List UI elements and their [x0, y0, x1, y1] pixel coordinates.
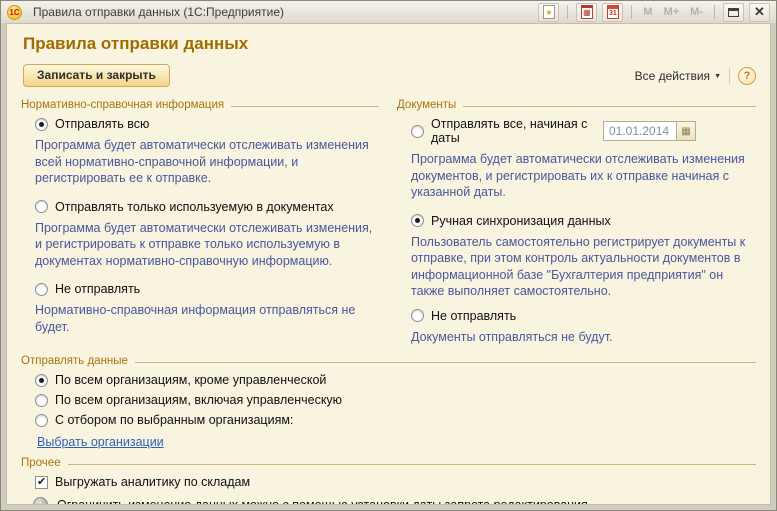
radio-label[interactable]: Ручная синхронизация данных	[431, 214, 611, 228]
vertical-separator	[729, 68, 730, 84]
group-divider	[231, 106, 379, 107]
memory-m-minus-button: М-	[687, 6, 706, 18]
memory-m-plus-button: М+	[661, 6, 683, 18]
window-title: Правила отправки данных (1С:Предприятие)	[33, 5, 284, 19]
radio-all-orgs-including-management[interactable]: По всем организациям, включая управленче…	[35, 393, 758, 407]
start-date-field-group: ▦	[603, 121, 696, 141]
group-header: Документы	[397, 99, 756, 111]
radio-icon[interactable]	[411, 309, 424, 322]
start-date-input[interactable]	[603, 121, 677, 141]
section-reference-info: Нормативно-справочная информация Отправл…	[19, 97, 381, 353]
form-content: Правила отправки данных Записать и закры…	[6, 23, 771, 505]
section-other: Прочее Выгружать аналитику по складам i …	[19, 457, 758, 505]
two-column-area: Нормативно-справочная информация Отправл…	[19, 97, 758, 353]
date-picker-button[interactable]: ▦	[677, 121, 696, 141]
info-text: Ограничить изменение данных можно с помо…	[57, 498, 591, 506]
save-and-close-button[interactable]: Записать и закрыть	[23, 64, 170, 87]
group-divider	[463, 106, 756, 107]
radio-label[interactable]: С отбором по выбранным организациям:	[55, 413, 293, 427]
radio-send-docs-from-date[interactable]: Отправлять все, начиная с даты ▦	[411, 117, 758, 145]
radio-icon[interactable]	[411, 125, 424, 138]
radio-label[interactable]: Не отправлять	[55, 282, 140, 296]
group-header: Прочее	[21, 457, 756, 469]
close-icon: ✕	[754, 4, 765, 20]
page-title: Правила отправки данных	[23, 34, 758, 54]
radio-icon[interactable]	[35, 283, 48, 296]
group-divider	[135, 362, 756, 363]
favorites-button[interactable]: ★	[538, 3, 559, 22]
radio-dont-send-reference[interactable]: Не отправлять	[35, 282, 381, 296]
radio-send-all-reference[interactable]: Отправлять всю	[35, 117, 381, 131]
close-button[interactable]: ✕	[749, 3, 770, 22]
group-title: Нормативно-справочная информация	[21, 99, 224, 111]
calendar-grid-icon: ▦	[681, 126, 690, 137]
radio-manual-sync[interactable]: Ручная синхронизация данных	[411, 214, 758, 228]
calculator-icon: ▦	[581, 5, 593, 19]
radio-label[interactable]: Отправлять только используемую в докумен…	[55, 200, 334, 214]
titlebar-separator	[567, 5, 568, 19]
calendar-button[interactable]: 31	[602, 3, 623, 22]
1c-window: 1С Правила отправки данных (1С:Предприят…	[0, 0, 777, 511]
radio-icon[interactable]	[35, 414, 48, 427]
group-header: Отправлять данные	[21, 355, 756, 367]
info-row: i Ограничить изменение данных можно с по…	[33, 497, 758, 505]
section-documents: Документы Отправлять все, начиная с даты…	[395, 97, 758, 353]
calendar-icon: 31	[607, 5, 619, 19]
titlebar-separator	[631, 5, 632, 19]
group-title: Документы	[397, 99, 456, 111]
radio-all-orgs-except-management[interactable]: По всем организациям, кроме управленческ…	[35, 373, 758, 387]
radio-icon[interactable]	[35, 394, 48, 407]
help-button[interactable]: ?	[738, 67, 756, 85]
radio-label[interactable]: Отправлять все, начиная с даты	[431, 117, 596, 145]
all-actions-button[interactable]: Все действия ▼	[635, 69, 721, 83]
command-bar-right: Все действия ▼ ?	[635, 67, 756, 85]
memory-m-button: М	[640, 6, 655, 18]
group-title: Отправлять данные	[21, 355, 128, 367]
checkbox-export-warehouse-analytics[interactable]: Выгружать аналитику по складам	[35, 475, 758, 489]
radio-label[interactable]: Отправлять всю	[55, 117, 149, 131]
group-divider	[68, 464, 756, 465]
favorites-icon: ★	[543, 5, 555, 19]
maximize-button[interactable]	[723, 3, 744, 22]
titlebar: 1С Правила отправки данных (1С:Предприят…	[1, 1, 776, 23]
all-actions-label: Все действия	[635, 69, 710, 83]
command-bar: Записать и закрыть Все действия ▼ ?	[23, 64, 756, 87]
select-organizations-link[interactable]: Выбрать организации	[37, 435, 164, 449]
titlebar-separator	[714, 5, 715, 19]
checkbox-icon[interactable]	[35, 476, 48, 489]
radio-icon[interactable]	[411, 214, 424, 227]
maximize-icon	[728, 8, 739, 17]
radio-label[interactable]: По всем организациям, кроме управленческ…	[55, 373, 326, 387]
chevron-down-icon: ▼	[714, 71, 721, 80]
radio-selected-orgs-filter[interactable]: С отбором по выбранным организациям:	[35, 413, 758, 427]
option-description: Нормативно-справочная информация отправл…	[35, 302, 381, 335]
radio-icon[interactable]	[35, 200, 48, 213]
radio-send-used-reference[interactable]: Отправлять только используемую в докумен…	[35, 200, 381, 214]
group-title: Прочее	[21, 457, 61, 469]
calculator-button[interactable]: ▦	[576, 3, 597, 22]
radio-label[interactable]: Не отправлять	[431, 309, 516, 323]
option-description: Документы отправляться не будут.	[411, 329, 758, 346]
radio-icon[interactable]	[35, 374, 48, 387]
link-row: Выбрать организации	[37, 433, 758, 451]
section-send-data: Отправлять данные По всем организациям, …	[19, 355, 758, 451]
radio-icon[interactable]	[35, 118, 48, 131]
option-description: Программа будет автоматически отслеживат…	[411, 151, 758, 201]
info-icon: i	[33, 497, 48, 505]
option-description: Программа будет автоматически отслеживат…	[35, 137, 381, 187]
option-description: Пользователь самостоятельно регистрирует…	[411, 234, 758, 300]
option-description: Программа будет автоматически отслеживат…	[35, 220, 381, 270]
radio-label[interactable]: По всем организациям, включая управленче…	[55, 393, 342, 407]
group-header: Нормативно-справочная информация	[21, 99, 379, 111]
radio-dont-send-docs[interactable]: Не отправлять	[411, 309, 758, 323]
checkbox-label[interactable]: Выгружать аналитику по складам	[55, 475, 250, 489]
1c-logo-icon: 1С	[7, 5, 22, 20]
